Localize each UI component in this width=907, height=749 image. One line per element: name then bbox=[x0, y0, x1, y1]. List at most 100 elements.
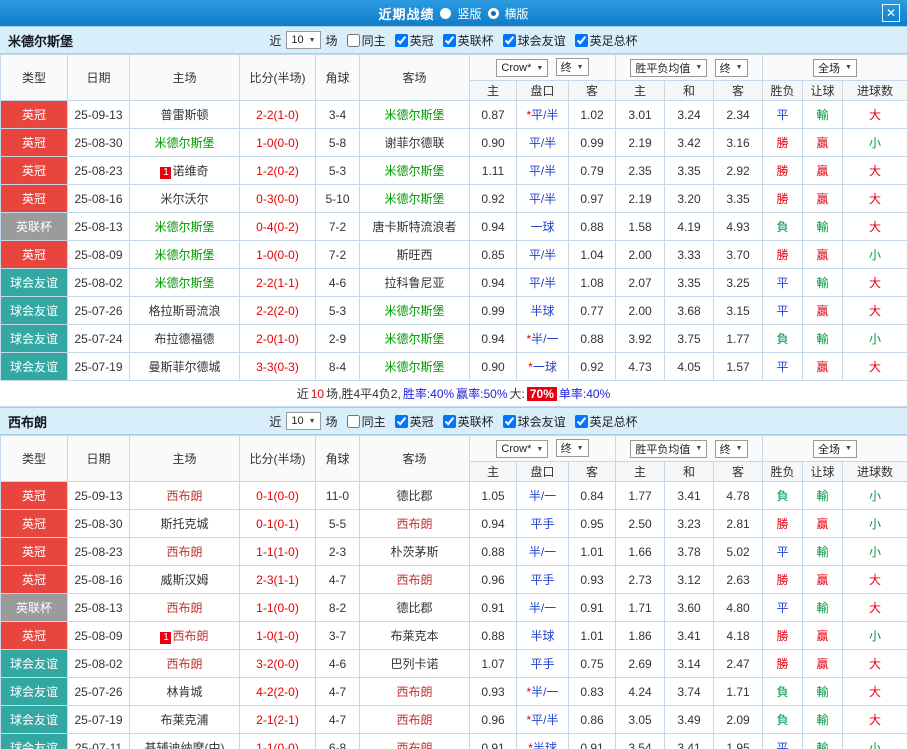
match-type-badge: 英冠 bbox=[0, 100, 68, 129]
date-cell: 25-07-11 bbox=[67, 733, 130, 749]
date-cell: 25-07-26 bbox=[67, 677, 130, 706]
handicap-result-cell: 輸 bbox=[802, 733, 844, 749]
score-cell: 0-4(0-2) bbox=[239, 212, 316, 241]
final-odds-select[interactable]: 终 ▼ bbox=[555, 58, 589, 76]
home-odds-cell: 0.91 bbox=[469, 593, 517, 622]
home-team-cell: 米德尔斯堡 bbox=[129, 268, 240, 297]
final-odds-select[interactable]: 终 ▼ bbox=[555, 439, 589, 457]
matches-table-2: 类型 日期 主场 比分(半场) 角球 客场 Crow* ▼ 终 ▼ 胜平负均值 ▼ 终… bbox=[0, 435, 907, 749]
away-team-cell: 斯旺西 bbox=[359, 240, 470, 269]
vertical-layout-radio[interactable] bbox=[440, 7, 452, 19]
date-cell: 25-07-19 bbox=[67, 705, 130, 734]
odds-company-select[interactable]: Crow* ▼ bbox=[496, 440, 549, 458]
full-match-select[interactable]: 全场 ▼ bbox=[813, 439, 857, 458]
match-type-badge: 英联杯 bbox=[0, 212, 68, 241]
same-home-checkbox[interactable]: 同主 bbox=[346, 32, 386, 49]
avg-home-cell: 2.69 bbox=[615, 649, 665, 678]
league-checkbox-fa-cup[interactable]: 英足总杯 bbox=[574, 413, 638, 430]
league-checkbox-efl-cup[interactable]: 英联杯 bbox=[442, 413, 494, 430]
away-odds-cell: 0.79 bbox=[568, 156, 616, 185]
date-cell: 25-08-13 bbox=[67, 593, 130, 622]
league-checkbox-fa-cup[interactable]: 英足总杯 bbox=[574, 32, 638, 49]
corners-cell: 5-3 bbox=[315, 156, 360, 185]
league-checkbox-efl-cup[interactable]: 英联杯 bbox=[442, 32, 494, 49]
avg-draw-cell: 3.41 bbox=[664, 621, 714, 650]
goals-result-cell: 大 bbox=[842, 649, 907, 678]
avg-home-cell: 3.92 bbox=[615, 324, 665, 353]
corners-cell: 2-9 bbox=[315, 324, 360, 353]
away-odds-cell: 0.93 bbox=[568, 565, 616, 594]
home-odds-cell: 1.05 bbox=[469, 481, 517, 510]
same-home-checkbox[interactable]: 同主 bbox=[346, 413, 386, 430]
wdl-result-cell: 勝 bbox=[762, 240, 804, 269]
team-header-2: 西布朗 近 10 ▼ 场 同主 英冠 英联杯 球会友谊 英足总杯 bbox=[0, 407, 907, 435]
avg-away-cell: 4.78 bbox=[712, 481, 764, 510]
match-row: 英冠 25-08-23 1 诺维奇 1-2(0-2) 5-3 米德尔斯堡 1.11 平/半 0.7… bbox=[0, 156, 907, 185]
date-cell: 25-08-02 bbox=[67, 649, 130, 678]
chevron-down-icon: ▼ bbox=[536, 445, 544, 453]
avg-home-cell: 3.05 bbox=[615, 705, 665, 734]
league-checkbox-championship[interactable]: 英冠 bbox=[394, 32, 434, 49]
avg-away-cell: 3.70 bbox=[712, 240, 764, 269]
away-team-cell: 米德尔斯堡 bbox=[359, 352, 470, 381]
avg-home-cell: 2.50 bbox=[615, 509, 665, 538]
team-name: 米德尔斯堡 bbox=[8, 33, 74, 49]
avg-home-cell: 2.00 bbox=[615, 240, 665, 269]
avg-draw-cell: 3.78 bbox=[664, 537, 714, 566]
match-row: 球会友谊 25-08-02 西布朗 3-2(0-0) 4-6 巴列卡诺 1.07 平手 0.75… bbox=[0, 649, 907, 678]
vertical-layout-label[interactable]: 竖版 bbox=[457, 5, 481, 22]
match-type-badge: 英冠 bbox=[0, 565, 68, 594]
horizontal-layout-radio[interactable] bbox=[487, 7, 499, 19]
corners-cell: 7-2 bbox=[315, 240, 360, 269]
away-team-cell: 米德尔斯堡 bbox=[359, 100, 470, 129]
odds-company-select[interactable]: Crow* ▼ bbox=[496, 59, 549, 77]
home-odds-cell: 0.91 bbox=[469, 733, 517, 749]
home-odds-cell: 0.88 bbox=[469, 621, 517, 650]
chevron-down-icon: ▼ bbox=[695, 445, 703, 452]
date-cell: 25-08-23 bbox=[67, 156, 130, 185]
subcol-handicap: 盘口 bbox=[516, 461, 569, 482]
home-odds-cell: 0.94 bbox=[469, 324, 517, 353]
match-count-select[interactable]: 10 ▼ bbox=[286, 412, 321, 430]
match-row: 英冠 25-08-09 1 西布朗 1-0(1-0) 3-7 布莱克本 0.88 半球 1.01 1… bbox=[0, 621, 907, 650]
avg-away-cell: 3.16 bbox=[712, 128, 764, 157]
col-type: 类型 bbox=[0, 435, 68, 482]
subcol-handicap: 盘口 bbox=[516, 80, 569, 101]
chevron-down-icon: ▼ bbox=[536, 64, 544, 72]
final-avg-select[interactable]: 终 ▼ bbox=[714, 58, 748, 77]
corners-cell: 8-4 bbox=[315, 352, 360, 381]
handicap-cell: *平/半 bbox=[516, 100, 569, 129]
wdl-average-select[interactable]: 胜平负均值 ▼ bbox=[630, 439, 708, 458]
league-checkbox-friendly[interactable]: 球会友谊 bbox=[502, 32, 566, 49]
avg-home-cell: 1.86 bbox=[615, 621, 665, 650]
home-team-cell: 米德尔斯堡 bbox=[129, 240, 240, 269]
matches-table-1: 类型 日期 主场 比分(半场) 角球 客场 Crow* ▼ 终 ▼ 胜平负均值 ▼ 终… bbox=[0, 54, 907, 381]
match-type-badge: 英冠 bbox=[0, 184, 68, 213]
home-team-cell: 林肯城 bbox=[129, 677, 240, 706]
league-checkbox-friendly[interactable]: 球会友谊 bbox=[502, 413, 566, 430]
date-cell: 25-08-30 bbox=[67, 509, 130, 538]
league-checkbox-championship[interactable]: 英冠 bbox=[394, 413, 434, 430]
wdl-result-cell: 平 bbox=[762, 733, 804, 749]
handicap-cell: 半/一 bbox=[516, 537, 569, 566]
match-type-badge: 球会友谊 bbox=[0, 733, 68, 749]
match-count-select[interactable]: 10 ▼ bbox=[286, 31, 321, 49]
handicap-cell: 平/半 bbox=[516, 128, 569, 157]
away-team-cell: 德比郡 bbox=[359, 593, 470, 622]
col-home: 主场 bbox=[129, 435, 240, 482]
full-match-select[interactable]: 全场 ▼ bbox=[813, 58, 857, 77]
summary-text: 10 bbox=[310, 386, 325, 401]
handicap-result-cell: 贏 bbox=[802, 240, 844, 269]
goals-result-cell: 大 bbox=[842, 184, 907, 213]
horizontal-layout-label[interactable]: 横版 bbox=[505, 5, 529, 22]
goals-result-cell: 大 bbox=[842, 593, 907, 622]
wdl-average-select[interactable]: 胜平负均值 ▼ bbox=[630, 58, 708, 77]
chevron-down-icon: ▼ bbox=[845, 445, 852, 452]
match-row: 球会友谊 25-08-02 米德尔斯堡 2-2(1-1) 4-6 拉科鲁尼亚 0.94 平/半… bbox=[0, 268, 907, 297]
final-avg-select[interactable]: 终 ▼ bbox=[714, 439, 748, 458]
subcol-avg-home: 主 bbox=[615, 461, 665, 482]
wdl-result-cell: 負 bbox=[762, 705, 804, 734]
goals-result-cell: 大 bbox=[842, 212, 907, 241]
close-icon[interactable]: ✕ bbox=[882, 4, 900, 22]
match-row: 英冠 25-08-23 西布朗 1-1(1-0) 2-3 朴茨茅斯 0.88 半/一 1.01 1… bbox=[0, 537, 907, 566]
